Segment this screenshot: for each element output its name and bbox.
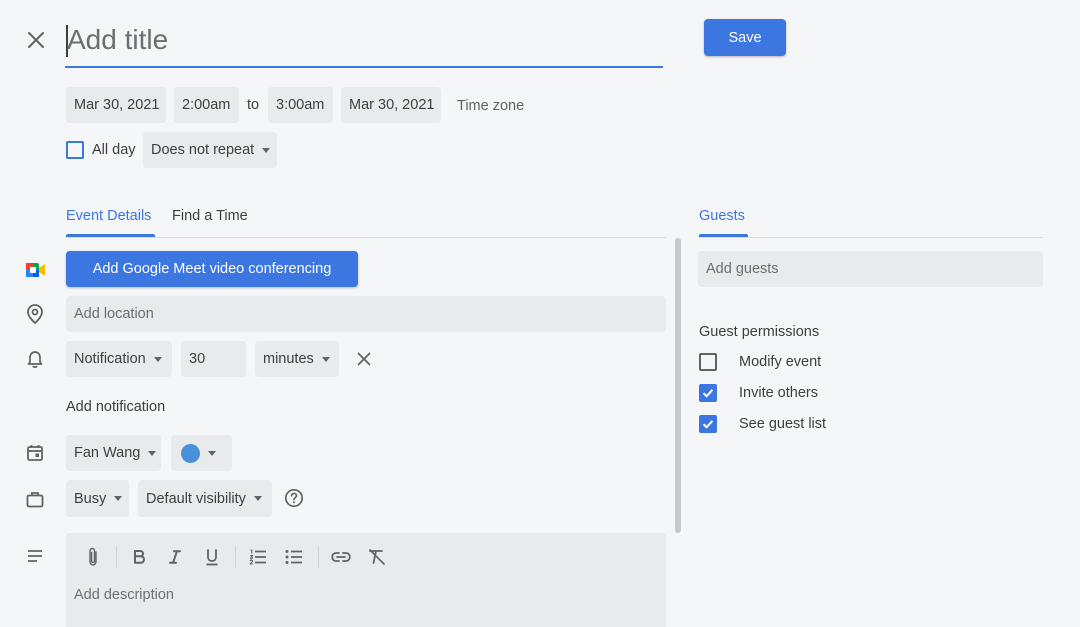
notification-unit-dropdown[interactable]: minutes [255, 341, 339, 377]
chevron-down-icon [262, 147, 271, 153]
end-time-field[interactable]: 3:00am [268, 87, 333, 123]
busy-label: Busy [74, 490, 107, 507]
time-zone-link[interactable]: Time zone [457, 98, 524, 114]
close-icon[interactable] [24, 28, 48, 52]
add-notification-link[interactable]: Add notification [66, 399, 165, 415]
italic-icon[interactable] [162, 544, 188, 570]
add-guests-input[interactable]: Add guests [698, 251, 1043, 287]
briefcase-icon [23, 487, 47, 511]
event-color-dropdown[interactable] [171, 435, 232, 471]
chevron-down-icon [153, 356, 162, 362]
modify-event-checkbox[interactable] [699, 353, 717, 371]
visibility-label: Default visibility [146, 490, 246, 507]
notification-value-input[interactable]: 30 [181, 341, 246, 377]
see-guest-list-checkbox[interactable] [699, 415, 717, 433]
calendar-owner-dropdown[interactable]: Fan Wang [66, 435, 161, 471]
underline-icon[interactable] [199, 544, 225, 570]
checkmark-icon [702, 389, 714, 398]
repeat-dropdown[interactable]: Does not repeat [143, 132, 277, 168]
scrollbar-thumb[interactable] [675, 238, 681, 533]
visibility-dropdown[interactable]: Default visibility [138, 480, 272, 517]
checkmark-icon [702, 420, 714, 429]
all-day-label: All day [92, 142, 136, 158]
tab-find-a-time[interactable]: Find a Time [172, 208, 248, 224]
google-meet-icon [24, 258, 48, 282]
link-icon[interactable] [328, 544, 354, 570]
notification-unit-label: minutes [263, 351, 314, 367]
calendar-owner-label: Fan Wang [74, 445, 141, 461]
location-pin-icon [23, 302, 47, 326]
see-guest-list-label: See guest list [739, 416, 827, 432]
chevron-down-icon [208, 450, 216, 456]
remove-notification-icon[interactable] [352, 347, 376, 371]
bold-icon[interactable] [126, 544, 152, 570]
guest-permissions-title: Guest permissions [699, 324, 820, 340]
start-time-field[interactable]: 2:00am [174, 87, 239, 123]
to-label: to [247, 97, 260, 113]
attachment-icon[interactable] [80, 544, 106, 570]
save-button[interactable]: Save [704, 19, 786, 56]
toolbar-separator [235, 546, 236, 568]
help-icon[interactable] [283, 487, 305, 509]
description-icon [24, 545, 46, 567]
title-placeholder: Add title [67, 24, 169, 55]
modify-event-label: Modify event [739, 354, 822, 370]
end-date-field[interactable]: Mar 30, 2021 [341, 87, 441, 123]
description-placeholder: Add description [74, 587, 174, 603]
add-meet-button[interactable]: Add Google Meet video conferencing [66, 251, 358, 287]
tab-event-details[interactable]: Event Details [66, 208, 151, 224]
guests-divider [699, 237, 1043, 238]
title-input[interactable]: Add title [65, 18, 663, 68]
invite-others-label: Invite others [739, 385, 818, 401]
toolbar-separator [116, 546, 117, 568]
invite-others-checkbox[interactable] [699, 384, 717, 402]
chevron-down-icon [253, 496, 262, 501]
bell-icon [23, 347, 47, 371]
location-input[interactable]: Add location [66, 296, 666, 332]
chevron-down-icon [321, 356, 330, 362]
chevron-down-icon [114, 496, 123, 501]
chevron-down-icon [148, 450, 157, 456]
notification-type-dropdown[interactable]: Notification [66, 341, 172, 377]
calendar-icon [23, 441, 47, 465]
remove-formatting-icon[interactable] [364, 544, 390, 570]
repeat-label: Does not repeat [151, 142, 255, 158]
start-date-field[interactable]: Mar 30, 2021 [66, 87, 166, 123]
all-day-checkbox[interactable] [66, 141, 84, 159]
toolbar-separator [318, 546, 319, 568]
notification-type-label: Notification [74, 351, 146, 367]
numbered-list-icon[interactable] [245, 544, 271, 570]
event-color-swatch [181, 443, 200, 463]
tabs-divider [66, 237, 666, 238]
tab-guests[interactable]: Guests [699, 208, 745, 224]
bulleted-list-icon[interactable] [281, 544, 307, 570]
busy-dropdown[interactable]: Busy [66, 480, 129, 517]
